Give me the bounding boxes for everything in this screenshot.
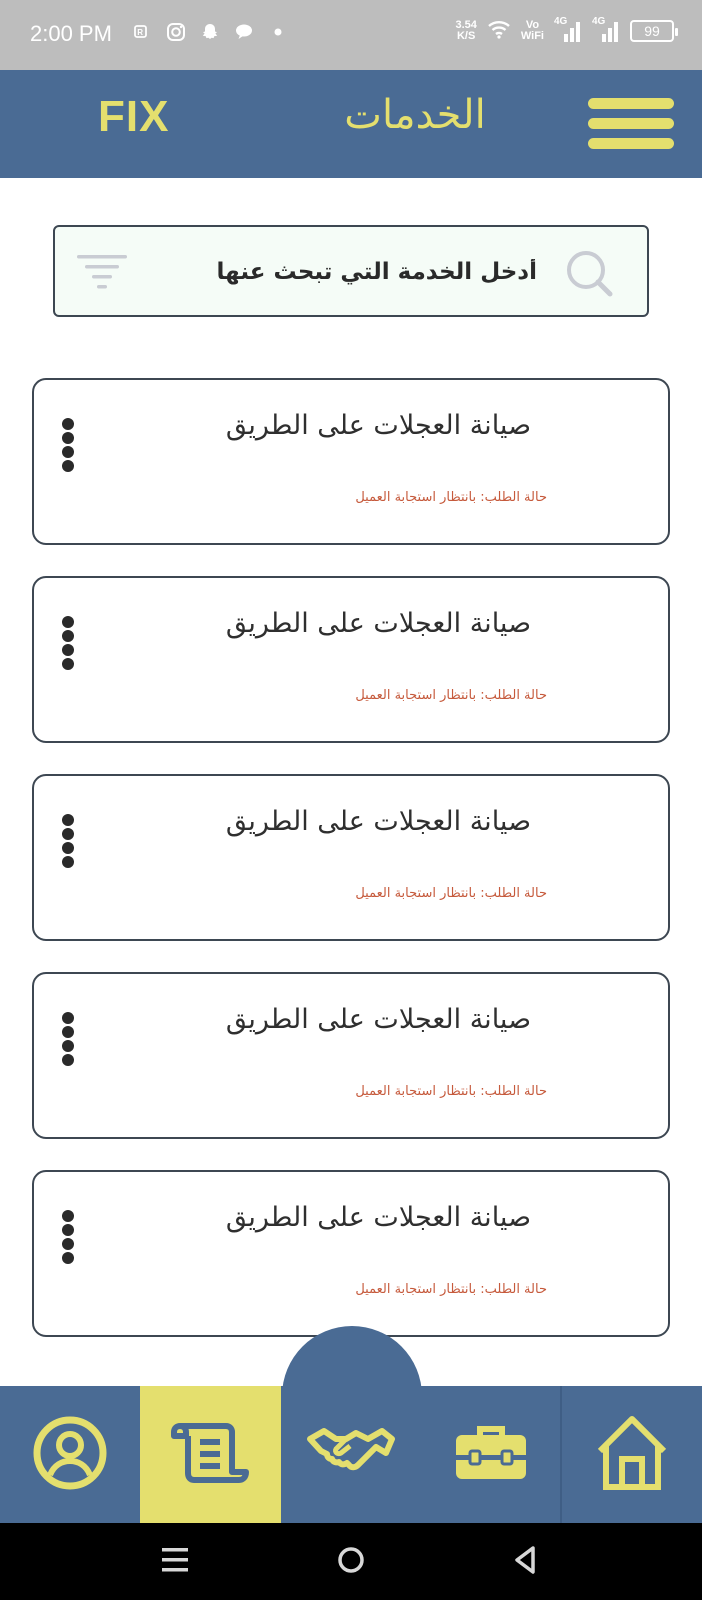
filter-icon[interactable] — [77, 255, 129, 295]
home-button-icon[interactable] — [336, 1543, 366, 1581]
vowifi-bottom: WiFi — [520, 30, 544, 42]
instagram-icon — [166, 22, 186, 42]
vowifi-indicator: Vo WiFi — [521, 20, 544, 42]
dot-icon — [268, 22, 288, 42]
signal-icon: 4G — [554, 16, 582, 44]
battery-icon: 99 — [630, 20, 678, 42]
status-notification-icons: R — [132, 22, 288, 42]
service-title: صيانة العجلات على الطريق — [225, 608, 531, 639]
more-options-icon[interactable] — [58, 418, 78, 472]
recent-apps-icon[interactable] — [162, 1543, 188, 1581]
search-input[interactable] — [175, 252, 537, 292]
nav-orders[interactable] — [140, 1386, 281, 1523]
service-title: صيانة العجلات على الطريق — [225, 410, 531, 441]
service-title: صيانة العجلات على الطريق — [225, 806, 531, 837]
more-options-icon[interactable] — [58, 1210, 78, 1264]
bottom-nav — [0, 1386, 702, 1523]
search-icon[interactable] — [563, 248, 615, 302]
more-options-icon[interactable] — [58, 814, 78, 868]
more-options-icon[interactable] — [58, 1012, 78, 1066]
rcs-icon: R — [132, 22, 152, 42]
status-time: 2:00 PM — [30, 21, 112, 46]
status-system-icons: 3.54 K/S Vo WiFi 4G 4G 99 — [455, 16, 678, 44]
toolbox-icon — [452, 1421, 530, 1489]
wifi-icon — [487, 19, 511, 44]
service-card[interactable]: صيانة العجلات على الطريق حالة الطلب: بان… — [32, 378, 670, 545]
snapchat-icon — [200, 22, 220, 42]
chat-bubble-icon — [234, 22, 254, 42]
service-title: صيانة العجلات على الطريق — [225, 1004, 531, 1035]
service-status: حالة الطلب: بانتظار استجابة العميل — [355, 886, 547, 901]
service-status: حالة الطلب: بانتظار استجابة العميل — [355, 688, 547, 703]
nav-profile[interactable] — [0, 1386, 140, 1523]
battery-level: 99 — [644, 23, 660, 39]
service-status: حالة الطلب: بانتظار استجابة العميل — [355, 490, 547, 505]
service-card[interactable]: صيانة العجلات على الطريق حالة الطلب: بان… — [32, 1170, 670, 1337]
hamburger-menu-icon[interactable] — [588, 98, 674, 150]
network-speed: 3.54 K/S — [455, 20, 476, 42]
nav-tools[interactable] — [421, 1386, 562, 1523]
service-status: حالة الطلب: بانتظار استجابة العميل — [355, 1282, 547, 1297]
nav-services[interactable] — [281, 1386, 421, 1523]
back-icon[interactable] — [512, 1543, 538, 1581]
profile-icon — [32, 1415, 108, 1495]
nav-home[interactable] — [562, 1386, 702, 1523]
service-card[interactable]: صيانة العجلات على الطريق حالة الطلب: بان… — [32, 972, 670, 1139]
status-bar: 2:00 PM R 3.54 K/S Vo WiFi 4G 4G 99 — [0, 0, 702, 70]
orders-scroll-icon — [170, 1420, 252, 1490]
signal-type-label: 4G — [554, 16, 568, 27]
more-options-icon[interactable] — [58, 616, 78, 670]
handshake-icon — [306, 1425, 396, 1485]
page-title: الخدمات — [344, 92, 486, 138]
service-status: حالة الطلب: بانتظار استجابة العميل — [355, 1084, 547, 1099]
svg-text:R: R — [137, 28, 143, 37]
home-icon — [596, 1415, 668, 1495]
network-speed-unit: K/S — [456, 30, 476, 42]
service-card[interactable]: صيانة العجلات على الطريق حالة الطلب: بان… — [32, 774, 670, 941]
signal-icon: 4G — [592, 16, 620, 44]
app-bar: FIX الخدمات — [0, 70, 702, 178]
search-bar — [53, 225, 649, 317]
service-list: صيانة العجلات على الطريق حالة الطلب: بان… — [32, 378, 670, 1368]
service-title: صيانة العجلات على الطريق — [225, 1202, 531, 1233]
service-card[interactable]: صيانة العجلات على الطريق حالة الطلب: بان… — [32, 576, 670, 743]
app-logo: FIX — [98, 92, 170, 141]
signal-type-label: 4G — [592, 16, 606, 27]
system-nav-bar — [0, 1523, 702, 1600]
